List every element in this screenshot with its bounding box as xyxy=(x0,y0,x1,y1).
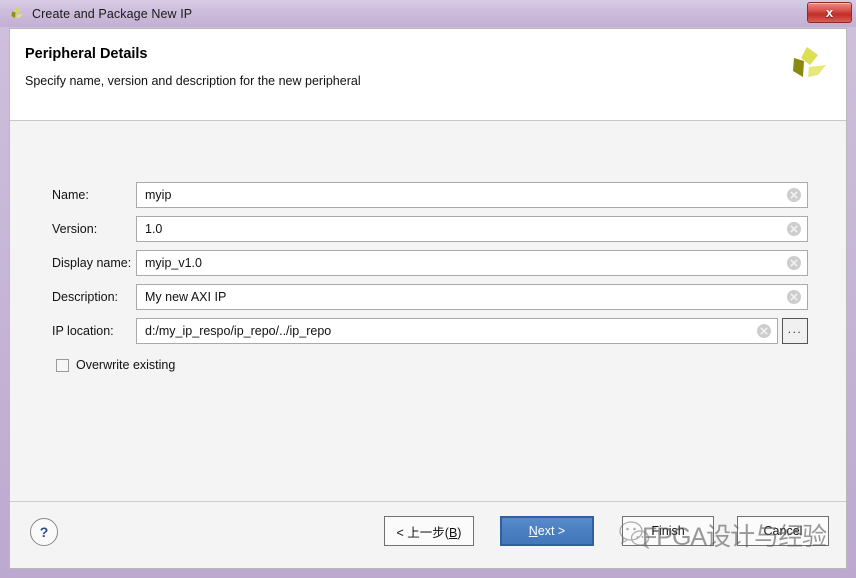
clear-circle-icon[interactable] xyxy=(787,290,801,304)
next-button-label: Next > xyxy=(528,524,566,538)
label-ip-location: IP location: xyxy=(52,324,114,338)
checkbox-box-icon[interactable] xyxy=(56,358,69,372)
clear-circle-icon[interactable] xyxy=(787,222,801,236)
dialog-window: Create and Package New IP x Peripheral D… xyxy=(0,0,856,578)
field-display-name-wrap xyxy=(136,250,808,276)
clear-circle-icon[interactable] xyxy=(787,256,801,270)
field-name-wrap xyxy=(136,182,808,208)
cancel-button-label: Cancel xyxy=(763,524,803,538)
next-button[interactable]: Next > xyxy=(500,516,594,546)
page-subtitle: Specify name, version and description fo… xyxy=(25,74,361,88)
name-input[interactable] xyxy=(137,183,807,207)
field-ip-location-wrap xyxy=(136,318,778,344)
clear-circle-icon[interactable] xyxy=(787,188,801,202)
ip-location-input[interactable] xyxy=(137,319,777,343)
question-mark-icon: ? xyxy=(39,524,49,540)
back-button[interactable]: < 上一步(B) xyxy=(384,516,474,546)
overwrite-existing-label: Overwrite existing xyxy=(76,358,176,372)
field-description-wrap xyxy=(136,284,808,310)
close-button[interactable]: x xyxy=(807,2,852,23)
version-input[interactable] xyxy=(137,217,807,241)
help-button[interactable]: ? xyxy=(30,518,58,546)
back-button-label: < 上一步(B) xyxy=(396,525,462,540)
finish-button[interactable]: Finish xyxy=(622,516,714,546)
page-title: Peripheral Details xyxy=(25,46,148,62)
description-input[interactable] xyxy=(137,285,807,309)
window-title: Create and Package New IP xyxy=(32,6,193,21)
dialog-client-area: Peripheral Details Specify name, version… xyxy=(9,28,847,569)
browse-button[interactable]: ... xyxy=(782,318,808,344)
xilinx-pinwheel-icon xyxy=(786,43,830,87)
label-display-name: Display name: xyxy=(52,256,132,270)
clear-circle-icon[interactable] xyxy=(757,324,771,338)
wizard-header: Peripheral Details Specify name, version… xyxy=(10,29,846,121)
display-name-input[interactable] xyxy=(137,251,807,275)
wizard-footer: ? < 上一步(B) Next > Finish Cancel xyxy=(10,502,846,568)
label-name: Name: xyxy=(52,188,89,202)
finish-button-label: Finish xyxy=(651,524,685,538)
close-icon: x xyxy=(825,5,834,20)
label-version: Version: xyxy=(52,222,98,236)
field-version-wrap xyxy=(136,216,808,242)
label-description: Description: xyxy=(52,290,118,304)
form-body: Name: Version: xyxy=(10,122,846,501)
window-logo-icon xyxy=(9,6,25,22)
overwrite-existing-checkbox[interactable]: Overwrite existing xyxy=(56,358,175,372)
title-bar: Create and Package New IP x xyxy=(0,0,856,27)
cancel-button[interactable]: Cancel xyxy=(737,516,829,546)
